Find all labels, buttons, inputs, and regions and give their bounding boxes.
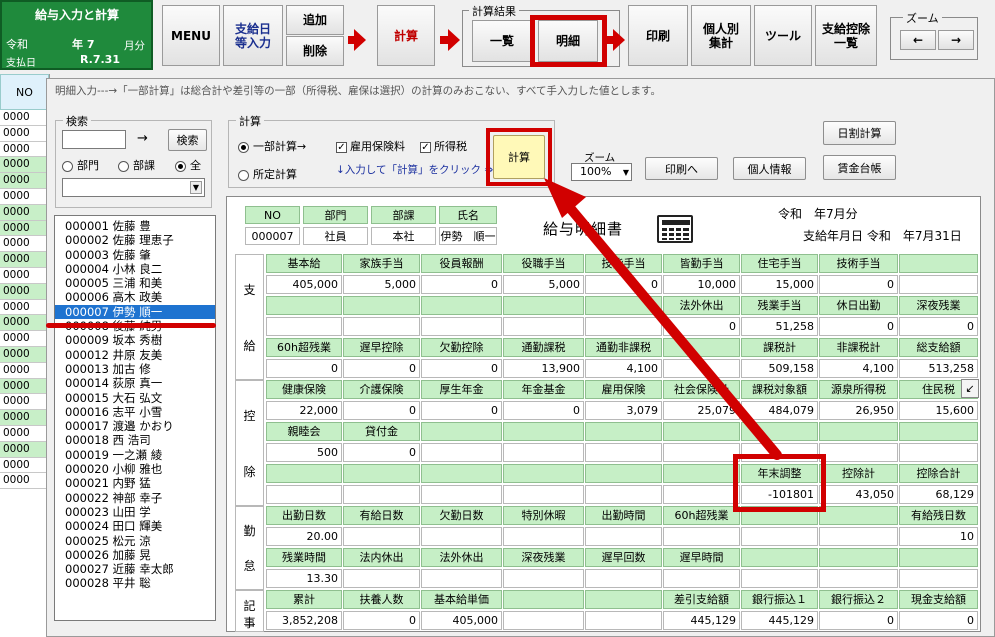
pointer-arrow (544, 178, 782, 460)
